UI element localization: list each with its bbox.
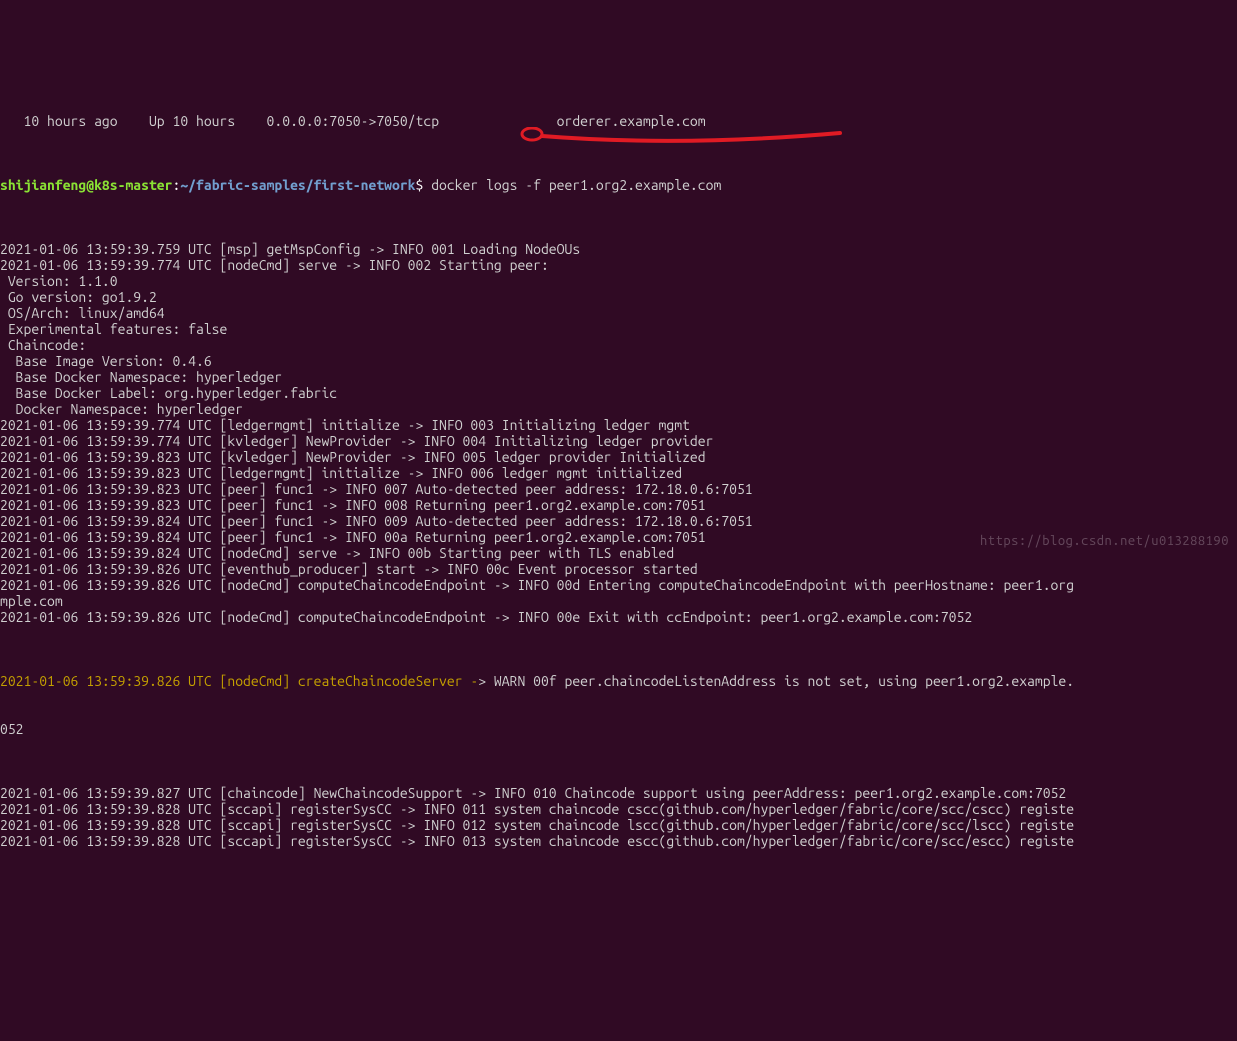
- log-line: 2021-01-06 13:59:39.823 UTC [kvledger] N…: [0, 449, 1237, 465]
- log-line: 2021-01-06 13:59:39.824 UTC [peer] func1…: [0, 529, 1237, 545]
- prompt-line: shijianfeng@k8s-master:~/fabric-samples/…: [0, 177, 1237, 193]
- log-line: 2021-01-06 13:59:39.774 UTC [ledgermgmt]…: [0, 417, 1237, 433]
- log-line: 2021-01-06 13:59:39.774 UTC [kvledger] N…: [0, 433, 1237, 449]
- warn-log-line: 2021-01-06 13:59:39.826 UTC [nodeCmd] cr…: [0, 673, 1237, 689]
- log-line: 2021-01-06 13:59:39.828 UTC [sccapi] reg…: [0, 817, 1237, 833]
- log-line: 2021-01-06 13:59:39.823 UTC [ledgermgmt]…: [0, 465, 1237, 481]
- log-line: 2021-01-06 13:59:39.759 UTC [msp] getMsp…: [0, 241, 1237, 257]
- log-line: Base Docker Namespace: hyperledger: [0, 369, 1237, 385]
- log-line: Chaincode:: [0, 337, 1237, 353]
- log-line: 2021-01-06 13:59:39.826 UTC [eventhub_pr…: [0, 561, 1237, 577]
- log-line: Experimental features: false: [0, 321, 1237, 337]
- terminal-output[interactable]: 10 hours ago Up 10 hours 0.0.0.0:7050->7…: [0, 65, 1237, 929]
- warn-prefix: 2021-01-06 13:59:39.826 UTC [nodeCmd] cr…: [0, 673, 478, 689]
- warn-message: > WARN 00f peer.chaincodeListenAddress i…: [478, 673, 1074, 689]
- log-line: 2021-01-06 13:59:39.824 UTC [peer] func1…: [0, 513, 1237, 529]
- log-line: OS/Arch: linux/amd64: [0, 305, 1237, 321]
- warn-log-continuation: 052: [0, 721, 1237, 737]
- log-line: 2021-01-06 13:59:39.823 UTC [peer] func1…: [0, 481, 1237, 497]
- log-line: Base Image Version: 0.4.6: [0, 353, 1237, 369]
- log-line: 2021-01-06 13:59:39.828 UTC [sccapi] reg…: [0, 801, 1237, 817]
- log-line: Go version: go1.9.2: [0, 289, 1237, 305]
- top-fragment-line: 10 hours ago Up 10 hours 0.0.0.0:7050->7…: [0, 113, 1237, 129]
- prompt-user-host: shijianfeng@k8s-master: [0, 177, 172, 193]
- log-line: mple.com: [0, 593, 1237, 609]
- log-line: 2021-01-06 13:59:39.823 UTC [peer] func1…: [0, 497, 1237, 513]
- log-line: 2021-01-06 13:59:39.826 UTC [nodeCmd] co…: [0, 577, 1237, 593]
- log-line: Version: 1.1.0: [0, 273, 1237, 289]
- log-line: 2021-01-06 13:59:39.774 UTC [nodeCmd] se…: [0, 257, 1237, 273]
- log-line: 2021-01-06 13:59:39.826 UTC [nodeCmd] co…: [0, 609, 1237, 625]
- hand-drawn-annotation: [520, 95, 850, 181]
- log-line: 2021-01-06 13:59:39.824 UTC [nodeCmd] se…: [0, 545, 1237, 561]
- log-line: Docker Namespace: hyperledger: [0, 401, 1237, 417]
- log-line: 2021-01-06 13:59:39.827 UTC [chaincode] …: [0, 785, 1237, 801]
- prompt-command: docker logs -f peer1.org2.example.com: [423, 177, 721, 193]
- log-line: Base Docker Label: org.hyperledger.fabri…: [0, 385, 1237, 401]
- prompt-path: ~/fabric-samples/first-network: [180, 177, 415, 193]
- log-line: 2021-01-06 13:59:39.828 UTC [sccapi] reg…: [0, 833, 1237, 849]
